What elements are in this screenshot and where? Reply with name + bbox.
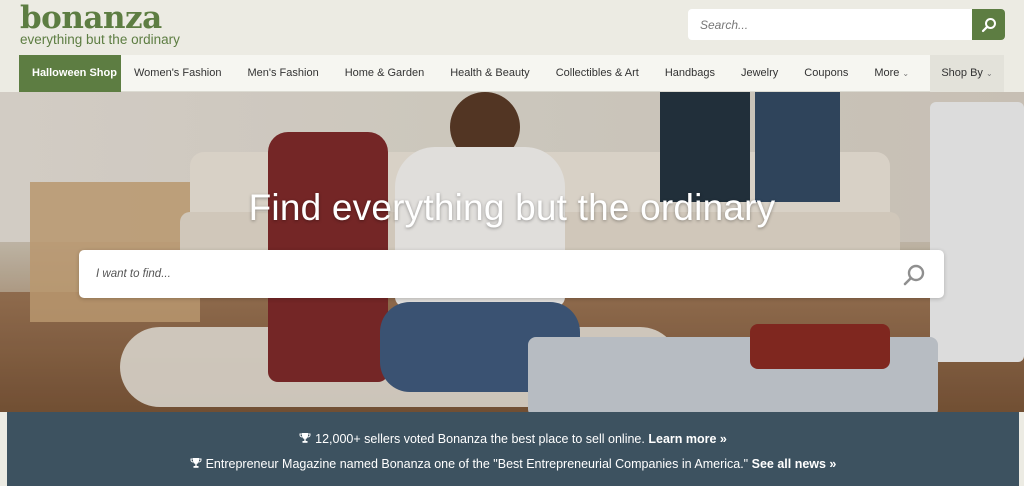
see-all-news-link[interactable]: See all news » xyxy=(752,457,837,471)
nav-item-health-beauty[interactable]: Health & Beauty xyxy=(437,55,543,92)
banner-line-sellers: 12,000+ sellers voted Bonanza the best p… xyxy=(7,432,1019,446)
nav-item-womens-fashion[interactable]: Women's Fashion xyxy=(121,55,235,92)
search-icon xyxy=(981,17,996,32)
banner-line-news: Entrepreneur Magazine named Bonanza one … xyxy=(7,457,1019,471)
nav-item-handbags[interactable]: Handbags xyxy=(652,55,728,92)
banner-sellers-text: 12,000+ sellers voted Bonanza the best p… xyxy=(315,432,645,446)
header-search-button[interactable] xyxy=(972,9,1005,40)
learn-more-link[interactable]: Learn more » xyxy=(648,432,727,446)
bonanza-logo[interactable]: bonanza everything but the ordinary xyxy=(20,2,180,47)
chevron-down-icon: ⌄ xyxy=(902,68,910,78)
nav-more-label: More xyxy=(874,66,900,79)
nav-item-mens-fashion[interactable]: Men's Fashion xyxy=(235,55,332,92)
hero-search xyxy=(79,250,944,298)
hero-search-input[interactable] xyxy=(79,250,879,298)
announcement-banner: 12,000+ sellers voted Bonanza the best p… xyxy=(7,412,1019,486)
shop-by-label: Shop By xyxy=(941,66,983,79)
banner-news-text: Entrepreneur Magazine named Bonanza one … xyxy=(205,457,749,471)
logo-tagline: everything but the ordinary xyxy=(20,32,180,47)
header-search-input[interactable] xyxy=(688,9,972,40)
category-nav: Halloween Shop Women's Fashion Men's Fas… xyxy=(19,54,1004,92)
chevron-down-icon: ⌄ xyxy=(985,68,993,78)
site-header: bonanza everything but the ordinary xyxy=(0,0,1024,55)
nav-item-more[interactable]: More ⌄ xyxy=(861,55,922,92)
nav-item-collectibles-art[interactable]: Collectibles & Art xyxy=(543,55,652,92)
nav-item-jewelry[interactable]: Jewelry xyxy=(728,55,791,92)
trophy-icon xyxy=(299,433,311,443)
hero-title: Find everything but the ordinary xyxy=(248,187,776,228)
hero-banner: Find everything but the ordinary xyxy=(0,92,1024,412)
nav-item-coupons[interactable]: Coupons xyxy=(791,55,861,92)
header-search xyxy=(688,9,1005,40)
nav-item-home-garden[interactable]: Home & Garden xyxy=(332,55,437,92)
shop-by-dropdown[interactable]: Shop By ⌄ xyxy=(930,54,1004,92)
logo-wordmark[interactable]: bonanza xyxy=(20,2,180,34)
search-icon[interactable] xyxy=(902,263,926,287)
trophy-icon xyxy=(190,458,202,468)
nav-item-halloween-shop[interactable]: Halloween Shop xyxy=(19,54,121,92)
